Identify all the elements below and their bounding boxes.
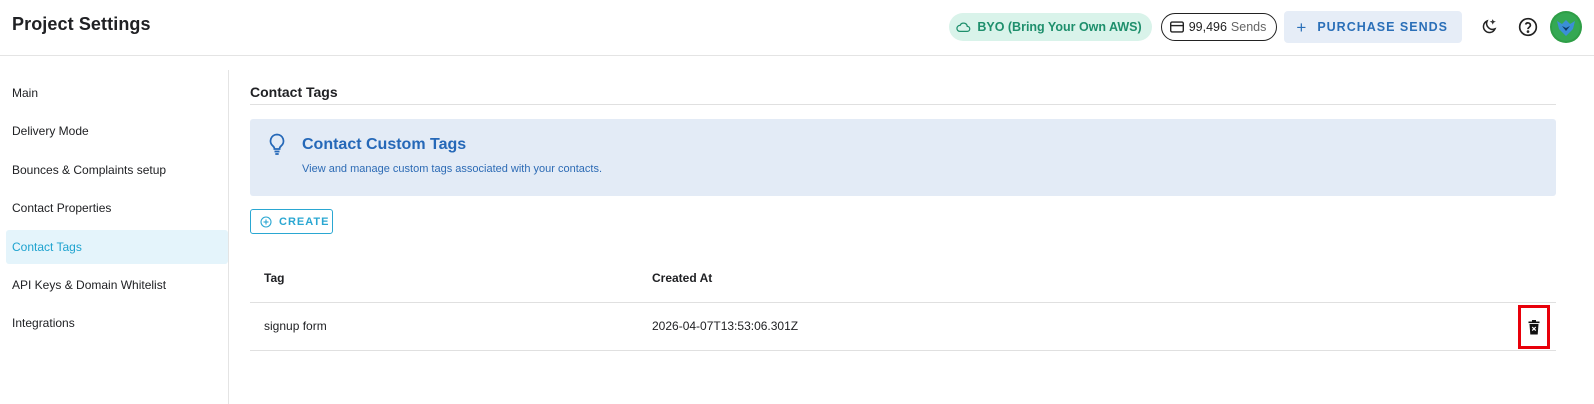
sidebar-item-contact-tags[interactable]: Contact Tags (6, 230, 228, 264)
sidebar-item-label: Main (12, 86, 39, 100)
sends-badge[interactable]: 99,496 Sends (1160, 13, 1278, 41)
sidebar-item-delivery-mode[interactable]: Delivery Mode (6, 114, 228, 148)
sidebar-item-integrations[interactable]: Integrations (6, 306, 228, 340)
plus-icon: + (1296, 17, 1308, 37)
column-header-tag: Tag (264, 271, 285, 285)
sidebar-item-contact-properties[interactable]: Contact Properties (6, 191, 228, 225)
created-at-cell: 2026-04-07T13:53:06.301Z (652, 319, 799, 333)
help-button[interactable] (1511, 10, 1545, 44)
avatar-icon (1552, 13, 1580, 41)
sidebar-item-label: Delivery Mode (12, 124, 89, 138)
app-header: Project Settings BYO (Bring Your Own AWS… (0, 0, 1594, 56)
sidebar-item-bounces-complaints[interactable]: Bounces & Complaints setup (6, 153, 228, 187)
create-tag-button[interactable]: CREATE (250, 209, 333, 234)
sidebar-item-main[interactable]: Main (6, 76, 228, 110)
section-divider (250, 104, 1556, 105)
info-title: Contact Custom Tags (302, 136, 467, 153)
delete-tag-button[interactable] (1518, 305, 1550, 349)
byo-badge[interactable]: BYO (Bring Your Own AWS) (949, 13, 1152, 41)
column-header-created-at: Created At (652, 271, 713, 285)
add-circle-icon (260, 215, 272, 228)
sidebar-item-label: Contact Properties (12, 201, 112, 215)
purchase-sends-button[interactable]: + PURCHASE SENDS (1284, 11, 1462, 43)
lightbulb-icon (269, 133, 285, 155)
sidebar-item-label: Contact Tags (12, 240, 82, 254)
sidebar-item-label: API Keys & Domain Whitelist (12, 278, 167, 292)
sends-label: Sends (1230, 20, 1267, 34)
info-description: View and manage custom tags associated w… (302, 163, 603, 175)
sidebar-item-api-keys[interactable]: API Keys & Domain Whitelist (6, 268, 228, 302)
sidebar-item-label: Bounces & Complaints setup (12, 163, 167, 177)
section-title: Contact Tags (250, 84, 338, 100)
purchase-sends-label: PURCHASE SENDS (1317, 20, 1448, 34)
avatar[interactable] (1550, 11, 1582, 43)
page-title: Project Settings (12, 14, 151, 34)
byo-badge-label: BYO (Bring Your Own AWS) (977, 20, 1142, 34)
settings-sidebar: Main Delivery Mode Bounces & Complaints … (0, 70, 229, 404)
credit-card-icon (1169, 21, 1184, 33)
moon-icon (1482, 19, 1497, 34)
theme-toggle-button[interactable] (1472, 10, 1506, 44)
trash-icon (1528, 319, 1540, 334)
tag-cell: signup form (264, 319, 327, 333)
table-row: signup form 2026-04-07T13:53:06.301Z (250, 303, 1556, 351)
help-icon (1518, 17, 1538, 37)
info-banner: Contact Custom Tags View and manage cust… (250, 119, 1556, 196)
cloud-icon (956, 22, 971, 32)
header-actions: BYO (Bring Your Own AWS) 99,496 Sends + … (949, 10, 1582, 44)
sidebar-item-label: Integrations (12, 316, 75, 330)
table-header-row: Tag Created At (250, 255, 1556, 303)
sends-count: 99,496 (1188, 20, 1227, 34)
create-tag-label: CREATE (279, 215, 330, 228)
